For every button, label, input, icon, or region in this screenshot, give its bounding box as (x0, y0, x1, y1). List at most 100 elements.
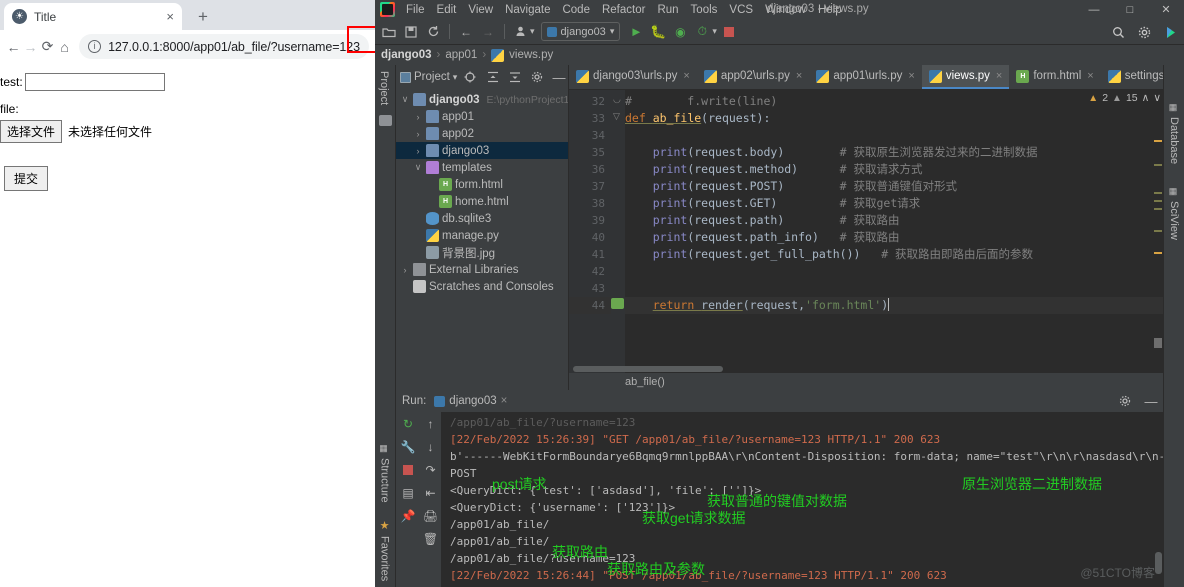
down-icon[interactable]: ↓ (423, 439, 439, 455)
close-icon[interactable]: × (683, 70, 689, 82)
chevron-icon[interactable]: › (413, 129, 423, 139)
menu-code[interactable]: Code (556, 2, 596, 18)
forward-icon[interactable]: → (23, 34, 38, 59)
tree-node[interactable]: 背景图.jpg (396, 244, 568, 261)
editor-horizontal-scrollbar[interactable] (573, 366, 723, 372)
address-bar[interactable]: i 127.0.0.1:8000/app01/ab_file/?username… (79, 26, 375, 59)
run-configuration-selector[interactable]: django03 ▾ (540, 22, 621, 41)
close-button[interactable]: ✕ (1148, 0, 1184, 19)
tool-window-structure[interactable]: ▦ Structure (378, 440, 391, 507)
close-icon[interactable]: × (166, 9, 174, 24)
search-icon[interactable] (1108, 22, 1128, 42)
chevron-icon[interactable]: › (400, 265, 410, 275)
debug-icon[interactable]: 🐛 (648, 22, 668, 42)
browser-tab[interactable]: ☀ Title × (4, 3, 182, 30)
back-icon[interactable]: ← (6, 34, 21, 59)
test-input[interactable] (24, 73, 165, 91)
breadcrumb-item-project[interactable]: django03 (381, 49, 431, 61)
folder-icon[interactable] (379, 115, 392, 126)
menu-navigate[interactable]: Navigate (499, 2, 556, 18)
pin-icon[interactable]: 📌 (400, 508, 416, 524)
editor-tab[interactable]: django03\urls.py × (569, 65, 697, 89)
code-editor[interactable]: ▲ 2 ▲ 15 ∧ ∨ 32 33 34 35 36 37 38 39 40 41 42 43 44 … (569, 90, 1163, 390)
breadcrumb-item-app[interactable]: app01 (445, 49, 477, 61)
navigate-back-icon[interactable]: ← (456, 22, 476, 42)
editor-tab[interactable]: app01\urls.py × (809, 65, 921, 89)
editor-tab[interactable]: settings.py× (1101, 65, 1163, 89)
chevron-icon[interactable]: › (413, 146, 423, 156)
chevron-icon[interactable]: ∨ (413, 162, 423, 173)
locate-icon[interactable] (461, 67, 479, 87)
fold-marker-icon[interactable]: ◡ (613, 94, 621, 105)
tree-node[interactable]: Hhome.html (396, 193, 568, 210)
tree-node[interactable]: Hform.html (396, 176, 568, 193)
fold-marker-icon-2[interactable]: ▽ (613, 111, 620, 122)
project-view-selector[interactable]: Project ▾ (400, 71, 457, 83)
tree-node[interactable]: manage.py (396, 227, 568, 244)
prev-problem-icon[interactable]: ∧ (1142, 92, 1150, 104)
expand-all-icon[interactable] (506, 67, 524, 87)
run-tab[interactable]: django03 × (434, 395, 507, 407)
tree-node[interactable]: ∨ django03 E:\pythonProject1\dja (396, 91, 568, 108)
next-problem-icon[interactable]: ∨ (1153, 92, 1161, 104)
gear-icon[interactable] (1134, 22, 1154, 42)
close-icon[interactable]: × (908, 70, 914, 82)
close-icon[interactable]: × (501, 395, 508, 407)
chevron-icon[interactable]: ∨ (400, 94, 410, 105)
print-icon[interactable]: 🖨 (423, 508, 439, 524)
minimize-button[interactable]: — (1076, 0, 1112, 19)
scroll-to-end-icon[interactable]: ⇤ (423, 485, 439, 501)
editor-tab[interactable]: app02\urls.py × (697, 65, 809, 89)
editor-tab[interactable]: Hform.html × (1009, 65, 1100, 89)
user-dropdown-arrow-icon[interactable]: ▾ (530, 26, 535, 37)
tree-node[interactable]: ∨ templates (396, 159, 568, 176)
fold-column[interactable]: ◡ ▽ ◡ (611, 90, 633, 390)
menu-refactor[interactable]: Refactor (596, 2, 651, 18)
wrench-icon[interactable]: 🔧 (400, 439, 416, 455)
tree-node[interactable]: › django03 (396, 142, 568, 159)
play-logo-icon[interactable] (1160, 22, 1180, 42)
stop-icon[interactable] (719, 22, 739, 42)
gear-icon[interactable] (1117, 393, 1133, 409)
html-usage-marker-icon[interactable] (611, 298, 624, 309)
menu-vcs[interactable]: VCS (723, 2, 759, 18)
menu-run[interactable]: Run (651, 2, 684, 18)
collapse-all-icon[interactable] (483, 67, 501, 87)
tool-window-sciview[interactable]: ▦ SciView (1168, 183, 1180, 244)
new-tab-button[interactable]: + (192, 6, 214, 28)
tool-window-database[interactable]: ▦ Database (1168, 99, 1180, 168)
menu-tools[interactable]: Tools (685, 2, 724, 18)
tool-window-project[interactable]: Project (378, 67, 390, 109)
menu-file[interactable]: File (400, 2, 431, 18)
choose-file-button[interactable]: 选择文件 (0, 120, 63, 143)
chevron-icon[interactable]: › (413, 112, 423, 122)
close-icon[interactable]: × (996, 70, 1002, 82)
console-scrollbar[interactable] (1155, 552, 1162, 574)
rerun-icon[interactable]: ↻ (400, 416, 416, 432)
tree-node[interactable]: › External Libraries (396, 261, 568, 278)
stop-icon[interactable] (400, 462, 416, 478)
info-icon[interactable]: i (88, 40, 102, 53)
soft-wrap-icon[interactable]: ↷ (423, 462, 439, 478)
folder-open-icon[interactable] (379, 22, 399, 42)
home-icon[interactable]: ⌂ (57, 34, 72, 59)
tree-node[interactable]: db.sqlite3 (396, 210, 568, 227)
save-icon[interactable] (401, 22, 421, 42)
tree-node[interactable]: › app02 (396, 125, 568, 142)
close-icon[interactable]: × (796, 70, 802, 82)
coverage-icon[interactable]: ◉ (670, 22, 690, 42)
layout-icon[interactable]: ▤ (400, 485, 416, 501)
run-icon[interactable]: ► (626, 22, 646, 42)
maximize-button[interactable]: □ (1112, 0, 1148, 19)
user-icon[interactable] (511, 22, 531, 42)
up-icon[interactable]: ↑ (423, 416, 439, 432)
close-icon[interactable]: × (1087, 70, 1093, 82)
minimize-icon[interactable]: — (550, 67, 568, 87)
gear-icon[interactable] (528, 67, 546, 87)
submit-button[interactable]: 提交 (4, 166, 49, 191)
tree-node[interactable]: Scratches and Consoles (396, 278, 568, 295)
clear-icon[interactable]: 🗑 (423, 531, 439, 547)
breadcrumb-item-file[interactable]: views.py (509, 49, 553, 61)
reload-icon[interactable]: ⟳ (40, 34, 55, 59)
tree-node[interactable]: › app01 (396, 108, 568, 125)
